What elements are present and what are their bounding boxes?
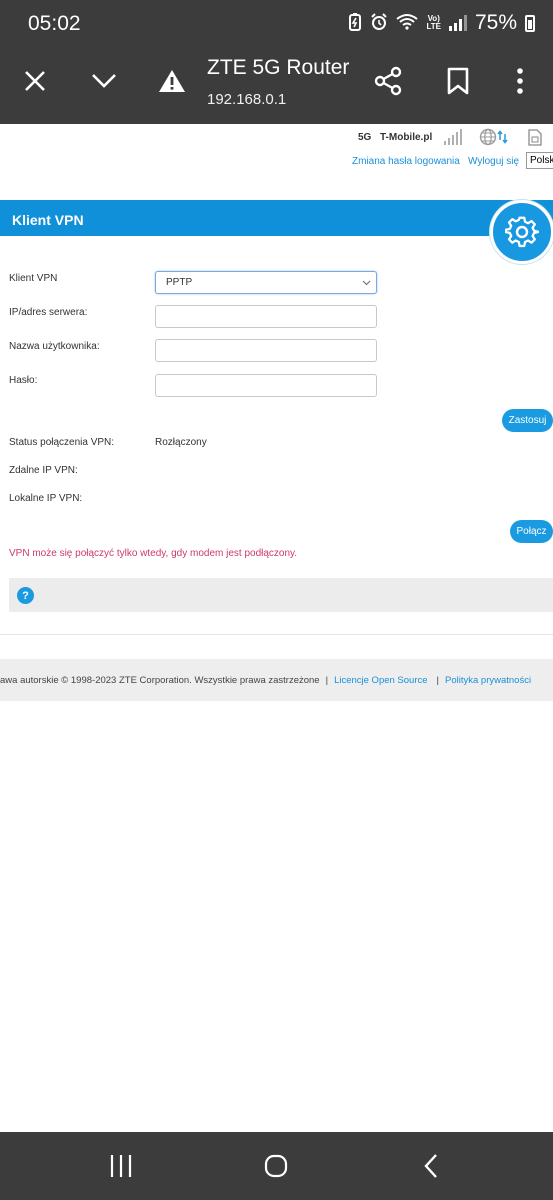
close-icon <box>25 71 45 91</box>
operator-name: T-Mobile.pl <box>380 132 433 143</box>
battery-icon <box>525 14 535 32</box>
password-input[interactable] <box>155 374 377 397</box>
share-icon <box>374 66 402 96</box>
close-tab-button[interactable] <box>12 58 58 104</box>
status-icons: Vo) LTE 75% <box>348 11 535 35</box>
footer-separator: | <box>436 675 440 686</box>
back-icon <box>424 1154 437 1178</box>
local-ip-label: Lokalne IP VPN: <box>9 493 83 504</box>
footer-separator: | <box>325 675 329 686</box>
back-button[interactable] <box>411 1148 451 1184</box>
volte-indicator: Vo) LTE <box>426 14 441 31</box>
server-input[interactable] <box>155 305 377 328</box>
username-label: Nazwa użytkownika: <box>9 341 100 352</box>
page-url[interactable]: 192.168.0.1 <box>207 91 286 108</box>
home-button[interactable] <box>256 1148 296 1184</box>
internet-status-icon <box>479 128 511 151</box>
apply-button[interactable]: Zastosuj <box>502 409 553 432</box>
vpn-client-select[interactable]: PPTP <box>155 271 377 294</box>
wifi-icon <box>396 13 419 34</box>
chevron-down-icon <box>362 280 371 286</box>
footer-row: awa autorskie © 1998-2023 ZTE Corporatio… <box>0 675 553 686</box>
battery-saver-icon <box>348 12 362 34</box>
vpn-client-selected-value: PPTP <box>166 277 193 288</box>
privacy-link[interactable]: Polityka prywatności <box>445 675 531 686</box>
bookmark-button[interactable] <box>435 58 481 104</box>
bookmark-icon <box>447 67 469 95</box>
router-signal-icon <box>444 129 462 145</box>
logout-link[interactable]: Wyloguj się <box>468 156 519 167</box>
warning-icon <box>159 70 185 92</box>
recents-icon <box>110 1155 132 1177</box>
cell-signal-icon <box>448 15 467 31</box>
more-menu-button[interactable] <box>497 58 543 104</box>
screen: 05:02 Vo) LTE 75% ZTE 5G Router 192.168.0… <box>0 0 553 1200</box>
more-icon <box>517 68 523 94</box>
section-title: Klient VPN <box>12 212 84 228</box>
connect-button[interactable]: Połącz <box>510 520 553 543</box>
chevron-down-icon <box>92 74 116 88</box>
status-time: 05:02 <box>28 12 81 35</box>
gear-icon <box>505 216 539 248</box>
recents-button[interactable] <box>101 1148 141 1184</box>
remote-ip-label: Zdalne IP VPN: <box>9 465 78 476</box>
username-input[interactable] <box>155 339 377 362</box>
server-label: IP/adres serwera: <box>9 307 88 318</box>
home-icon <box>264 1154 288 1178</box>
divider <box>0 634 553 635</box>
open-source-link[interactable]: Licencje Open Source <box>334 675 427 686</box>
change-password-link[interactable]: Zmiana hasła logowania <box>352 156 460 167</box>
security-warning-button[interactable] <box>149 58 195 104</box>
language-select[interactable]: Polski <box>526 152 553 169</box>
page-title: ZTE 5G Router <box>207 56 350 79</box>
help-icon[interactable]: ? <box>17 587 34 604</box>
expand-button[interactable] <box>81 58 127 104</box>
settings-button[interactable] <box>490 200 553 264</box>
network-type: 5G <box>358 132 372 143</box>
connection-status-value: Rozłączony <box>155 437 207 448</box>
password-label: Hasło: <box>9 375 38 386</box>
battery-percent: 75% <box>474 11 517 34</box>
connection-status-label: Status połączenia VPN: <box>9 437 115 448</box>
help-panel <box>9 578 553 612</box>
sim-card-icon <box>528 129 542 151</box>
copyright-text: awa autorskie © 1998-2023 ZTE Corporatio… <box>0 675 320 686</box>
share-button[interactable] <box>365 58 411 104</box>
alarm-icon <box>370 12 388 34</box>
vpn-client-label: Klient VPN <box>9 273 58 284</box>
vpn-note: VPN może się połączyć tylko wtedy, gdy m… <box>9 548 298 559</box>
